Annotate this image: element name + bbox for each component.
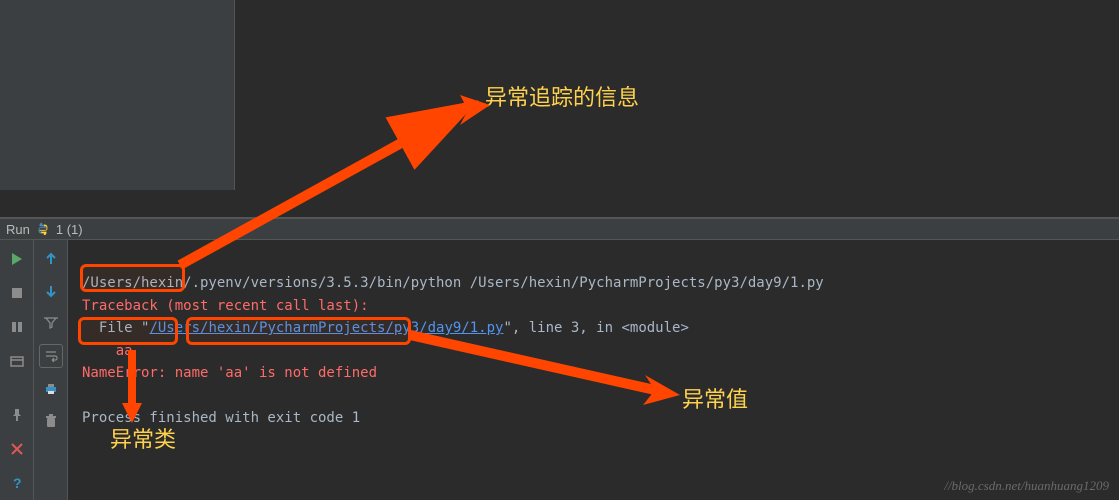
run-label: Run [6, 222, 30, 237]
command-line: /Users/hexin/.pyenv/versions/3.5.3/bin/p… [82, 275, 824, 291]
annotation-label-exc-type: 异常类 [110, 422, 176, 454]
close-button[interactable] [6, 438, 28, 460]
help-button[interactable]: ? [6, 472, 28, 494]
console-output[interactable]: /Users/hexin/.pyenv/versions/3.5.3/bin/p… [68, 240, 1119, 500]
traceback-header: Traceback (most recent call last): [82, 298, 369, 314]
restore-layout-button[interactable] [6, 350, 28, 372]
run-tool-window-header[interactable]: Run 1 (1) [0, 218, 1119, 240]
watermark: //blog.csdn.net/huanhuang1209 [944, 478, 1109, 494]
run-toolbar-secondary [34, 240, 68, 500]
print-button[interactable] [40, 378, 62, 400]
annotation-box-message [186, 317, 411, 345]
scroll-up-button[interactable] [40, 248, 62, 270]
run-toolbar-left: ? [0, 240, 34, 500]
soft-wrap-button[interactable] [39, 344, 63, 368]
pause-button[interactable] [6, 316, 28, 338]
scroll-down-button[interactable] [40, 280, 62, 302]
error-line: NameError: name 'aa' is not defined [82, 365, 377, 381]
annotation-box-traceback [80, 264, 185, 292]
editor-gutter [0, 0, 235, 190]
run-config-name: 1 (1) [56, 222, 83, 237]
trash-button[interactable] [40, 410, 62, 432]
pin-button[interactable] [6, 404, 28, 426]
stop-button[interactable] [6, 282, 28, 304]
python-icon [36, 222, 50, 236]
annotation-box-nameerror [78, 317, 178, 345]
annotation-label-trace-info: 异常追踪的信息 [485, 80, 639, 112]
svg-text:?: ? [13, 476, 22, 490]
annotation-label-exc-value: 异常值 [682, 382, 748, 414]
filter-button[interactable] [40, 312, 62, 334]
rerun-button[interactable] [6, 248, 28, 270]
